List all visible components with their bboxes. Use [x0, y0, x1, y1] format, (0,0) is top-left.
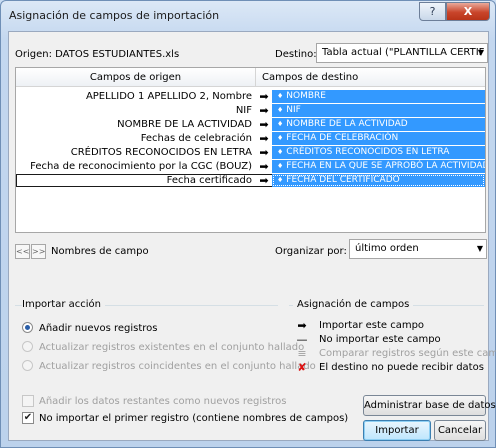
import-arrow-icon[interactable]: ➡ [257, 174, 271, 187]
organize-by-label: Organizar por: [275, 246, 347, 257]
destination-field[interactable]: ♦ NOMBRE [272, 90, 485, 103]
updown-icon: ♦ [277, 176, 284, 184]
grid-header: Campos de origen Campos de destino [16, 68, 485, 87]
help-button[interactable]: ? [419, 2, 446, 21]
add-remaining-checkbox[interactable] [22, 395, 34, 407]
import-button[interactable]: Importar [363, 420, 431, 441]
updown-icon: ♦ [277, 162, 284, 170]
import-arrow-icon[interactable]: ➡ [257, 104, 271, 117]
source-field: NOMBRE DE LA ACTIVIDAD [117, 119, 252, 130]
close-button[interactable]: X [446, 2, 490, 21]
dialog-title: Asignación de campos de importación [9, 9, 220, 22]
red-x-icon: ✘ [297, 361, 307, 374]
add-remaining-label: Añadir los datos restantes como nuevos r… [39, 396, 287, 407]
import-arrow-icon[interactable]: ➡ [257, 160, 271, 173]
organize-by-value: último orden [355, 243, 419, 254]
import-action-label: Añadir nuevos registros [39, 323, 158, 334]
updown-icon: ♦ [277, 134, 284, 142]
legend-label: Importar este campo [319, 320, 425, 331]
table-row[interactable]: Fecha certificado ➡ ♦ FECHA DEL CERTIFICADO [16, 174, 485, 187]
organize-by-select[interactable]: último orden ▼ [349, 239, 487, 259]
import-action-label: Actualizar registros existentes en el co… [39, 342, 305, 353]
import-action-label: Actualizar registros coincidentes en el … [39, 361, 316, 372]
destination-field[interactable]: ♦ NOMBRE DE LA ACTIVIDAD [272, 118, 485, 131]
import-action-radio[interactable] [22, 322, 33, 333]
cancel-button[interactable]: Cancelar [434, 420, 486, 441]
manage-database-button[interactable]: Administrar base de datos... [363, 395, 496, 416]
source-field: CRÉDITOS RECONOCIDOS EN LETRA [70, 147, 252, 158]
source-field: Fecha de reconocimiento por la CGC (BOUZ… [30, 161, 252, 172]
field-mapping-grid: Campos de origen Campos de destino APELL… [15, 67, 486, 233]
table-row[interactable]: NIF ➡ ♦ NIF [16, 104, 485, 117]
destination-field-label: NOMBRE [286, 91, 326, 101]
destination-field-label: CRÉDITOS RECONOCIDOS EN LETRA [286, 147, 450, 157]
destination-field-label: NIF [286, 105, 301, 115]
table-row[interactable]: CRÉDITOS RECONOCIDOS EN LETRA ➡ ♦ CRÉDITOS … [16, 146, 485, 159]
destination-field-label: NOMBRE DE LA ACTIVIDAD [286, 119, 408, 129]
destination-field[interactable]: ♦ FECHA DEL CERTIFICADO [272, 174, 485, 187]
title-bar[interactable]: Asignación de campos de importación ? X [1, 1, 495, 29]
legend-label: No importar este campo [319, 334, 441, 345]
legend-label: Comparar registros según este campo [319, 348, 496, 359]
destination-label: Destino: [275, 49, 317, 60]
destination-value: Tabla actual ("PLANTILLA CERTIF [322, 47, 485, 58]
destination-field[interactable]: ♦ NIF [272, 104, 485, 117]
dialog-body: Origen: DATOS ESTUDIANTES.xls Destino: T… [8, 31, 496, 441]
destination-field[interactable]: ♦ CRÉDITOS RECONOCIDOS EN LETRA [272, 146, 485, 159]
destination-field[interactable]: ♦ FECHA EN LA QUE SE APROBÓ LA ACTIVIDAD [272, 160, 485, 173]
skip-first-record-checkbox[interactable]: ✔ [22, 412, 34, 424]
source-fields-header: Campos de origen [16, 68, 256, 87]
previous-field-button[interactable]: << [15, 244, 30, 259]
chevron-down-icon: ▼ [477, 48, 484, 57]
import-arrow-icon[interactable]: ➡ [257, 118, 271, 131]
import-action-radio[interactable] [22, 341, 33, 352]
updown-icon: ♦ [277, 106, 284, 114]
updown-icon: ♦ [277, 120, 284, 128]
destination-field-label: FECHA DEL CERTIFICADO [286, 175, 400, 185]
next-field-button[interactable]: >> [31, 244, 46, 259]
equals-icon: ≡ [297, 347, 307, 360]
import-arrow-icon: ➡ [297, 319, 307, 332]
source-field: APELLIDO 1 APELLIDO 2, Nombre [85, 91, 252, 102]
destination-field[interactable]: ♦ FECHA DE CELEBRACIÓN [272, 132, 485, 145]
import-action-radio[interactable] [22, 360, 33, 371]
skip-first-record-label: No importar el primer registro (contiene… [39, 413, 349, 424]
source-field: Fecha certificado [166, 175, 252, 186]
table-row[interactable]: NOMBRE DE LA ACTIVIDAD ➡ ♦ NOMBRE DE LA ACT… [16, 118, 485, 131]
destination-select[interactable]: Tabla actual ("PLANTILLA CERTIF ▼ [316, 43, 488, 63]
legend-label: El destino no puede recibir datos [319, 362, 484, 373]
dash-icon: — [296, 333, 308, 346]
source-field: NIF [235, 105, 252, 116]
origin-label: Origen: DATOS ESTUDIANTES.xls [15, 49, 180, 60]
updown-icon: ♦ [277, 92, 284, 100]
chevron-down-icon: ▼ [476, 244, 483, 253]
table-row[interactable]: Fechas de celebración ➡ ♦ FECHA DE CELEBRAC… [16, 132, 485, 145]
field-mapping-legend-title: Asignación de campos [293, 299, 414, 310]
field-names-label: Nombres de campo [51, 246, 149, 257]
destination-fields-header: Campos de destino [262, 72, 359, 83]
destination-field-label: FECHA EN LA QUE SE APROBÓ LA ACTIVIDAD [286, 161, 485, 171]
import-action-title: Importar acción [22, 299, 105, 310]
source-field: Fechas de celebración [140, 133, 252, 144]
table-row[interactable]: APELLIDO 1 APELLIDO 2, Nombre ➡ ♦ NOMBRE [16, 90, 485, 103]
import-arrow-icon[interactable]: ➡ [257, 90, 271, 103]
import-arrow-icon[interactable]: ➡ [257, 132, 271, 145]
destination-field-label: FECHA DE CELEBRACIÓN [286, 133, 399, 143]
updown-icon: ♦ [277, 148, 284, 156]
table-row[interactable]: Fecha de reconocimiento por la CGC (BOUZ… [16, 160, 485, 173]
import-arrow-icon[interactable]: ➡ [257, 146, 271, 159]
import-field-mapping-dialog: Asignación de campos de importación ? X … [0, 0, 496, 448]
